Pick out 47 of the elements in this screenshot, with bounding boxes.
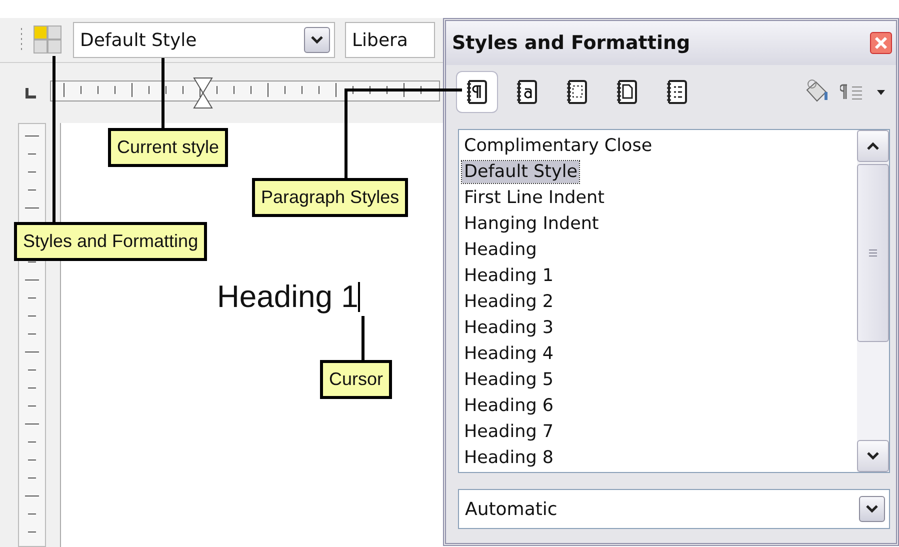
frame-styles-icon xyxy=(564,78,590,106)
leader-line xyxy=(362,316,364,360)
style-list-item[interactable]: Heading 1 xyxy=(462,265,556,287)
style-value: Default Style xyxy=(80,30,197,50)
style-list-item[interactable]: Heading 6 xyxy=(462,395,556,417)
chevron-up-icon xyxy=(866,141,880,151)
scroll-down-button[interactable] xyxy=(857,440,889,472)
style-list-item[interactable]: Heading 4 xyxy=(462,343,556,365)
callout-label: Styles and Formatting xyxy=(14,222,208,261)
chevron-down-icon xyxy=(866,451,880,461)
style-category-button[interactable] xyxy=(456,71,498,113)
style-filter-box[interactable]: Automatic xyxy=(458,489,890,529)
font-name-box[interactable]: Libera xyxy=(345,22,435,58)
list-styles-icon xyxy=(664,78,690,106)
chevron-down-icon xyxy=(310,35,324,45)
style-list-item[interactable]: Default Style xyxy=(462,161,580,183)
style-list-item[interactable]: Heading 8 xyxy=(462,447,556,469)
scroll-up-button[interactable] xyxy=(857,130,889,162)
callout-label: Current style xyxy=(108,128,228,167)
panel-title: Styles and Formatting xyxy=(452,32,690,54)
menu-caret-icon[interactable] xyxy=(874,87,888,97)
text-cursor xyxy=(358,282,360,312)
paragraph-styles-icon xyxy=(464,78,490,106)
callout-label: Paragraph Styles xyxy=(252,178,408,217)
tab-stop-icon xyxy=(24,86,38,100)
toolbar-grip-icon xyxy=(20,27,23,53)
scroll-thumb[interactable] xyxy=(857,164,889,342)
dropdown-button[interactable] xyxy=(304,27,330,53)
style-list-item[interactable]: First Line Indent xyxy=(462,187,607,209)
style-list-item[interactable]: Heading 5 xyxy=(462,369,556,391)
style-list-item[interactable]: Hanging Indent xyxy=(462,213,601,235)
page-styles-icon xyxy=(614,78,640,106)
chevron-down-icon xyxy=(865,504,879,514)
style-list-item[interactable]: Heading 7 xyxy=(462,421,556,443)
style-list-item[interactable]: Heading xyxy=(462,239,539,261)
close-button[interactable] xyxy=(870,32,892,54)
filter-value: Automatic xyxy=(465,498,558,520)
paragraph-style-box[interactable]: Default Style xyxy=(73,22,335,58)
character-styles-icon xyxy=(514,78,540,106)
scrollbar[interactable] xyxy=(857,130,889,472)
style-list-item[interactable]: Complimentary Close xyxy=(462,135,654,157)
leader-line xyxy=(162,58,164,128)
dropdown-button[interactable] xyxy=(859,496,885,522)
close-icon xyxy=(874,36,888,50)
callout-label: Cursor xyxy=(320,360,392,399)
style-list-item[interactable]: Heading 2 xyxy=(462,291,556,313)
style-list-item[interactable]: Heading 3 xyxy=(462,317,556,339)
